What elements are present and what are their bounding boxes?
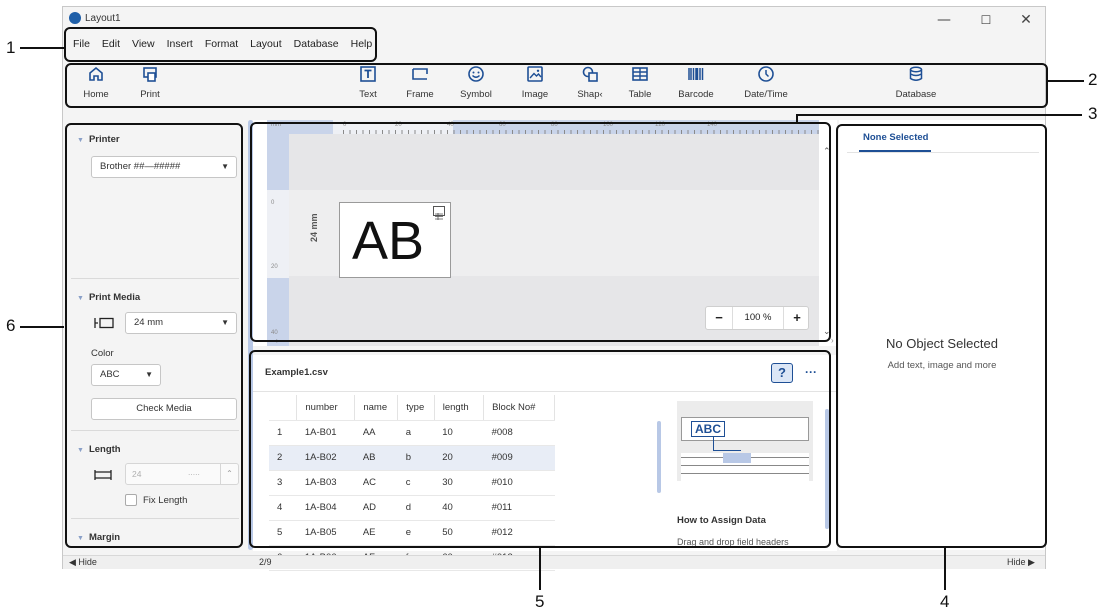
callout-box-ribbon <box>65 63 1048 108</box>
minimize-button[interactable]: — <box>923 7 965 33</box>
callout-line <box>796 114 798 124</box>
maximize-button[interactable]: ☐ <box>965 7 1007 33</box>
callout-line <box>539 548 541 590</box>
callout-line <box>1048 80 1084 82</box>
callout-number-2: 2 <box>1088 70 1098 89</box>
callout-box-database <box>249 350 831 548</box>
callout-line <box>20 47 64 49</box>
record-counter: 2/9 <box>259 557 272 567</box>
callout-box-menu <box>64 27 377 62</box>
callout-line <box>944 548 946 590</box>
callout-number-1: 1 <box>6 38 16 57</box>
hide-left-panel-button[interactable]: ◀ Hide <box>69 557 97 568</box>
callout-line <box>20 326 64 328</box>
callout-number-4: 4 <box>940 592 950 611</box>
window-title: Layout1 <box>85 13 121 24</box>
callout-box-properties <box>836 124 1047 548</box>
close-button[interactable]: ✕ <box>1005 7 1047 33</box>
scroll-right-icon[interactable]: › <box>831 336 834 345</box>
callout-line <box>796 114 1082 116</box>
status-bar: ◀ Hide 2/9 Hide ▶ <box>63 555 1045 569</box>
app-logo-icon <box>69 12 81 24</box>
hide-right-panel-button[interactable]: Hide ▶ <box>1007 557 1035 568</box>
callout-box-canvas <box>250 122 831 342</box>
callout-box-left-panel <box>65 123 243 548</box>
callout-number-6: 6 <box>6 316 16 335</box>
callout-number-3: 3 <box>1088 104 1098 123</box>
callout-number-5: 5 <box>535 592 545 611</box>
